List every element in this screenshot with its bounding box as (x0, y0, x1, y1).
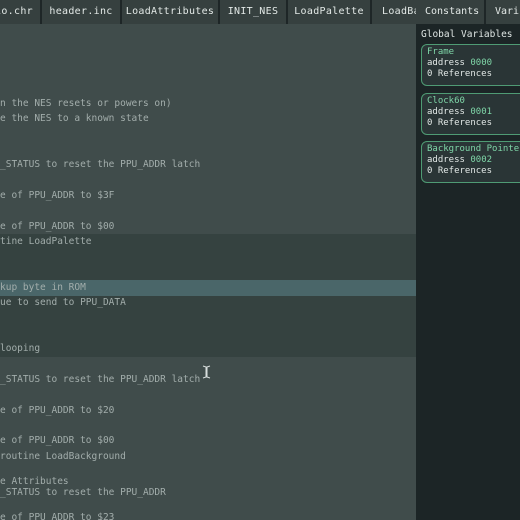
code-line: e of PPU_ADDR to $3F (0, 190, 115, 201)
sidebar-tab-bar: Constants Vari (416, 0, 520, 24)
code-line: e of PPU_ADDR to $23 (0, 512, 115, 520)
code-line: routine LoadBackground (0, 451, 126, 462)
reference-count: 0 References (427, 166, 493, 176)
tab-label: INIT_NES (227, 6, 279, 17)
reference-count: 0 References (427, 69, 493, 79)
tab-constants[interactable]: Constants (416, 0, 484, 24)
editor-tab-bar: io.chr header.inc LoadAttributes INIT_NE… (0, 0, 416, 24)
tab-header-inc[interactable]: header.inc (42, 0, 120, 24)
variable-name: Clock60 (427, 96, 465, 106)
text-cursor-icon (202, 365, 211, 379)
address-label: address (427, 58, 465, 68)
code-line: e of PPU_ADDR to $00 (0, 435, 115, 446)
tab-io-chr[interactable]: io.chr (0, 0, 40, 24)
code-line: n the NES resets or powers on) (0, 98, 172, 109)
variable-card-frame[interactable]: Frame address 0000 0 References (421, 44, 520, 86)
code-line: e the NES to a known state (0, 113, 149, 124)
code-line: _STATUS to reset the PPU_ADDR latch (0, 159, 201, 170)
global-variables-panel: Global Variables Frame address 0000 0 Re… (416, 24, 520, 520)
address-label: address (427, 107, 465, 117)
tab-label: Constants (425, 6, 480, 17)
tab-label: LoadPalette (294, 6, 364, 17)
code-editor[interactable]: n the NES resets or powers on) e the NES… (0, 24, 416, 520)
code-line: looping (0, 343, 41, 354)
tab-label: Vari (495, 6, 520, 17)
code-line: _STATUS to reset the PPU_ADDR (0, 487, 166, 498)
tab-label: io.chr (0, 6, 33, 17)
tab-init-nes[interactable]: INIT_NES (220, 0, 286, 24)
code-line: e of PPU_ADDR to $20 (0, 405, 115, 416)
tab-label: header.inc (49, 6, 113, 17)
tab-load-background[interactable]: LoadBa (372, 0, 416, 24)
code-line: tine LoadPalette (0, 236, 92, 247)
panel-title: Global Variables (421, 29, 513, 40)
code-line: _STATUS to reset the PPU_ADDR latch (0, 374, 201, 385)
variable-card-clock60[interactable]: Clock60 address 0001 0 References (421, 93, 520, 135)
tab-variables[interactable]: Vari (486, 0, 520, 24)
variable-name: Frame (427, 47, 455, 57)
address-value: 0001 (470, 107, 493, 117)
variable-card-background-pointer[interactable]: Background Pointer address 0002 0 Refere… (421, 141, 520, 183)
code-line: kup byte in ROM (0, 282, 86, 293)
tab-load-attributes[interactable]: LoadAttributes (122, 0, 218, 24)
address-value: 0002 (470, 155, 493, 165)
reference-count: 0 References (427, 118, 493, 128)
address-value: 0000 (470, 58, 493, 68)
variable-name: Background Pointer (427, 144, 520, 154)
tab-label: LoadAttributes (125, 6, 215, 17)
tab-label: LoadBa (382, 6, 416, 17)
code-line: e of PPU_ADDR to $00 (0, 221, 115, 232)
address-label: address (427, 155, 465, 165)
tab-load-palette[interactable]: LoadPalette (288, 0, 370, 24)
code-line: ue to send to PPU_DATA (0, 297, 126, 308)
